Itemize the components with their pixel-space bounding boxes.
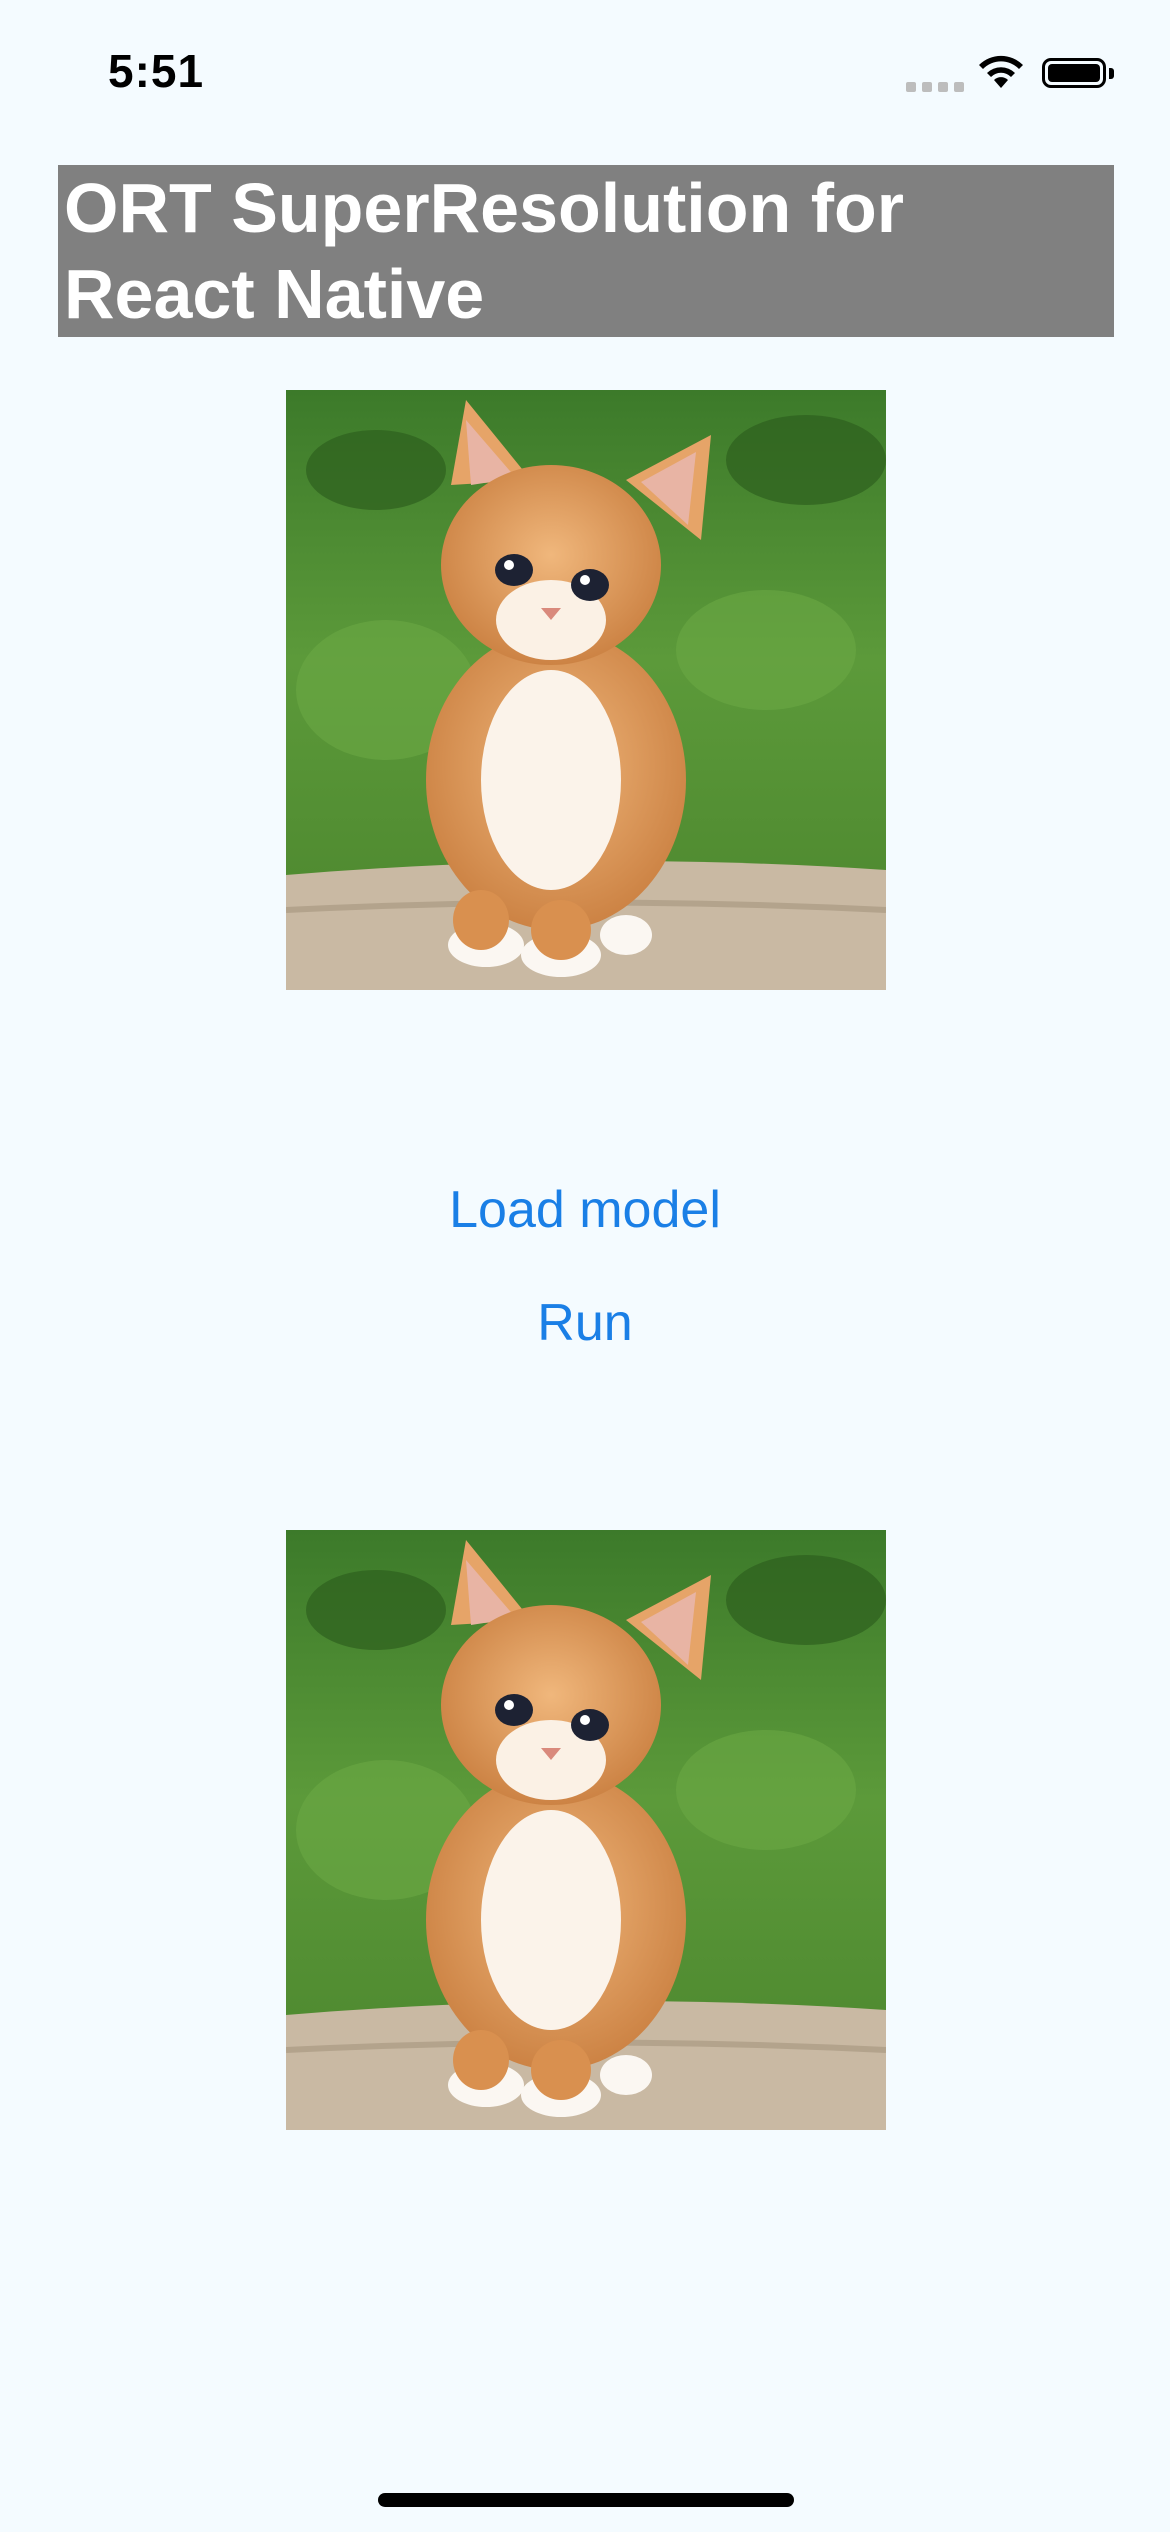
status-time: 5:51 [108, 45, 205, 97]
kitten-photo-icon [286, 1530, 886, 2130]
wifi-icon [979, 55, 1023, 88]
load-model-button[interactable]: Load model [0, 1180, 1170, 1240]
kitten-photo-icon [286, 390, 886, 990]
battery-icon [1042, 58, 1106, 88]
battery-tip [1109, 68, 1114, 79]
home-indicator[interactable] [378, 2493, 794, 2507]
status-icons [906, 52, 1118, 98]
output-image [286, 1530, 886, 2130]
input-image [286, 390, 886, 990]
title-bar: ORT SuperResolution for React Native [58, 165, 1114, 337]
signal-icon [906, 82, 964, 92]
run-button[interactable]: Run [0, 1293, 1170, 1353]
page-title: ORT SuperResolution for React Native [64, 169, 904, 333]
